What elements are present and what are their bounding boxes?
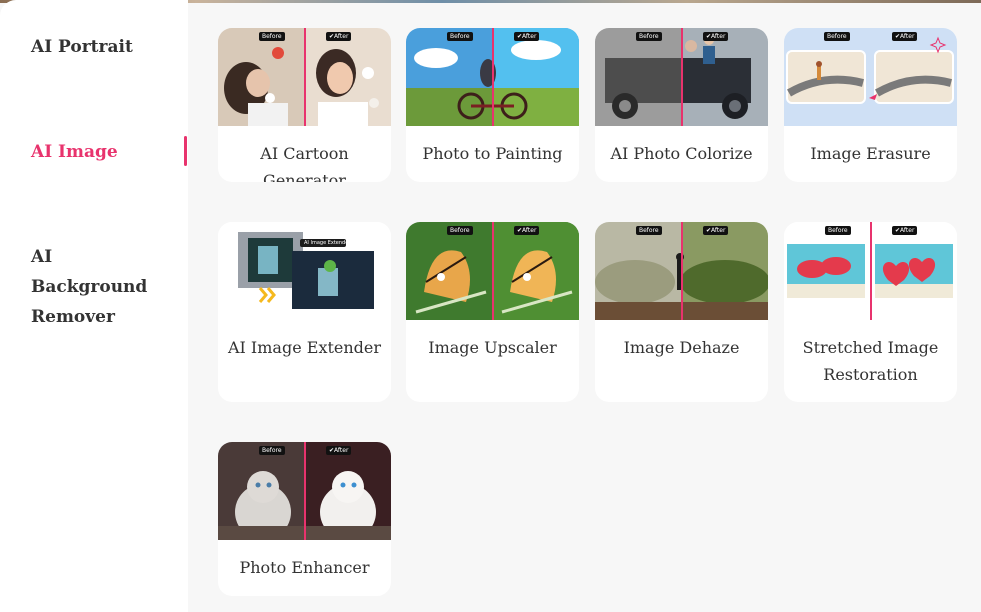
after-tag: ✔After <box>326 446 352 455</box>
tool-card-photo-enhancer[interactable]: Before ✔After Photo Enhancer <box>218 442 391 596</box>
tool-card-ai-cartoon-generator[interactable]: Before ✔After AI Cartoon Generator <box>218 28 391 182</box>
card-label: Stretched Image Restoration <box>802 338 939 384</box>
thumbnail: Before ✔After <box>595 28 768 126</box>
thumbnail: Before ✔After <box>406 28 579 126</box>
compare-divider <box>492 28 494 126</box>
tool-card-photo-to-painting[interactable]: Before ✔After Photo to Painting <box>406 28 579 182</box>
card-label: Photo to Painting <box>422 144 563 163</box>
compare-divider <box>304 442 306 540</box>
tool-card-ai-image-extender[interactable]: AI Image Extender AI Image Extender <box>218 222 391 402</box>
card-label: AI Cartoon Generator <box>260 144 349 182</box>
before-tag: Before <box>447 226 473 235</box>
card-label: Photo Enhancer <box>239 558 370 577</box>
sidebar-item-ai-image[interactable]: AI Image <box>31 137 118 167</box>
tool-card-image-erasure[interactable]: Before ✔After Image Erasure <box>784 28 957 182</box>
before-tag: Before <box>447 32 473 41</box>
thumbnail: Before ✔After <box>784 28 957 126</box>
after-tag: ✔After <box>703 226 729 235</box>
card-label: Image Upscaler <box>428 338 557 357</box>
sidebar-item-ai-portrait[interactable]: AI Portrait <box>31 32 133 62</box>
compare-divider <box>492 222 494 320</box>
sidebar-item-ai-background-remover[interactable]: AI Background Remover <box>31 242 151 332</box>
card-label: AI Photo Colorize <box>610 144 753 163</box>
thumbnail: Before ✔After <box>218 28 391 126</box>
card-label: Image Dehaze <box>623 338 740 357</box>
after-tag: ✔After <box>892 32 918 41</box>
tool-card-image-upscaler[interactable]: Before ✔After Image Upscaler <box>406 222 579 402</box>
thumbnail: Before ✔After <box>218 442 391 540</box>
after-tag: ✔After <box>514 226 540 235</box>
thumbnail: Before ✔After <box>784 222 957 320</box>
compare-divider <box>681 28 683 126</box>
compare-divider <box>870 222 872 320</box>
before-tag: Before <box>259 32 285 41</box>
thumbnail: Before ✔After <box>406 222 579 320</box>
before-tag: Before <box>259 446 285 455</box>
active-indicator <box>184 136 187 166</box>
tool-card-image-dehaze[interactable]: Before ✔After Image Dehaze <box>595 222 768 402</box>
after-tag: ✔After <box>892 226 918 235</box>
compare-divider <box>304 28 306 126</box>
after-tag: ✔After <box>514 32 540 41</box>
after-tag: ✔After <box>703 32 729 41</box>
extender-badge: AI Image Extender <box>304 240 351 246</box>
before-tag: Before <box>825 226 851 235</box>
thumbnail: Before ✔After <box>595 222 768 320</box>
before-tag: Before <box>636 226 662 235</box>
tool-card-stretched-image-restoration[interactable]: Before ✔After Stretched Image Restoratio… <box>784 222 957 402</box>
category-sidebar: AI Portrait AI Image AI Background Remov… <box>0 0 188 612</box>
card-label: AI Image Extender <box>227 338 382 357</box>
after-tag: ✔After <box>326 32 352 41</box>
compare-divider <box>681 222 683 320</box>
before-tag: Before <box>636 32 662 41</box>
card-label: Image Erasure <box>810 144 931 163</box>
tool-card-ai-photo-colorize[interactable]: Before ✔After AI Photo Colorize <box>595 28 768 182</box>
before-tag: Before <box>824 32 850 41</box>
thumbnail: AI Image Extender <box>218 222 391 320</box>
